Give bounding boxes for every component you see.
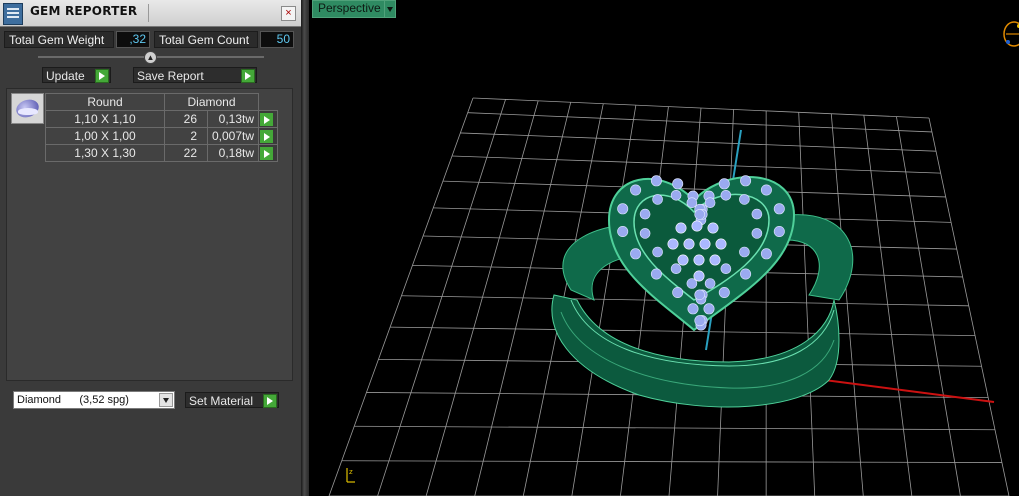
column-header-shape: Round — [45, 93, 165, 111]
save-report-button[interactable]: Save Report — [133, 67, 257, 83]
viewport-scene[interactable]: z — [309, 0, 1019, 496]
svg-text:z: z — [349, 468, 353, 476]
column-header-material: Diamond — [164, 93, 259, 111]
row-size: 1,00 X 1,00 — [45, 127, 165, 145]
gem-table-facet — [18, 108, 38, 115]
row-size: 1,30 X 1,30 — [45, 144, 165, 162]
play-icon[interactable] — [260, 129, 273, 143]
material-select[interactable]: Diamond (3,52 spg) — [13, 391, 175, 409]
play-icon[interactable] — [260, 146, 273, 160]
title-separator — [148, 4, 149, 22]
row-count: 26 — [164, 110, 208, 128]
play-icon[interactable] — [260, 112, 273, 126]
gem-table: Round Diamond 1,10 X 1,10 26 0,13tw 1,00… — [45, 93, 278, 162]
round-diamond-icon[interactable] — [11, 93, 44, 124]
play-icon — [95, 69, 109, 83]
play-icon — [241, 69, 255, 83]
gem-reporter-icon — [3, 3, 23, 25]
window-title: GEM REPORTER — [30, 4, 138, 18]
total-gem-weight-value: ,32 — [116, 31, 150, 48]
table-row[interactable]: 1,30 X 1,30 22 0,18tw — [45, 144, 278, 162]
set-material-button[interactable]: Set Material — [185, 392, 279, 408]
dropdown-arrow-icon[interactable] — [384, 0, 396, 18]
save-report-button-label: Save Report — [137, 69, 204, 83]
update-button-label: Update — [46, 69, 85, 83]
axis-gizmo-icon: z — [346, 468, 355, 483]
row-count: 22 — [164, 144, 208, 162]
row-weight: 0,18tw — [207, 144, 259, 162]
table-row[interactable]: 1,00 X 1,00 2 0,007tw — [45, 127, 278, 145]
close-icon[interactable]: × — [281, 6, 296, 21]
update-button[interactable]: Update — [42, 67, 111, 83]
total-gem-count-value: 50 — [260, 31, 294, 48]
total-gem-count-label: Total Gem Count — [154, 31, 258, 48]
set-material-button-label: Set Material — [189, 394, 254, 408]
view-cube-icon — [1003, 21, 1019, 47]
row-size: 1,10 X 1,10 — [45, 110, 165, 128]
table-row[interactable]: 1,10 X 1,10 26 0,13tw — [45, 110, 278, 128]
row-count: 2 — [164, 127, 208, 145]
material-select-value: Diamond (3,52 spg) — [17, 394, 129, 406]
ring-model — [551, 175, 854, 408]
table-header-row: Round Diamond — [45, 93, 278, 111]
title-bar: GEM REPORTER × — [0, 0, 301, 27]
row-weight: 0,007tw — [207, 127, 259, 145]
collapse-icon[interactable]: ▲ — [144, 51, 157, 64]
dropdown-arrow-icon[interactable] — [159, 393, 173, 407]
row-weight: 0,13tw — [207, 110, 259, 128]
play-icon — [263, 394, 277, 408]
view-mode-label[interactable]: Perspective — [312, 0, 387, 18]
total-gem-weight-label: Total Gem Weight — [4, 31, 114, 48]
x-axis-line — [808, 377, 995, 403]
panel-splitter[interactable] — [301, 0, 309, 496]
